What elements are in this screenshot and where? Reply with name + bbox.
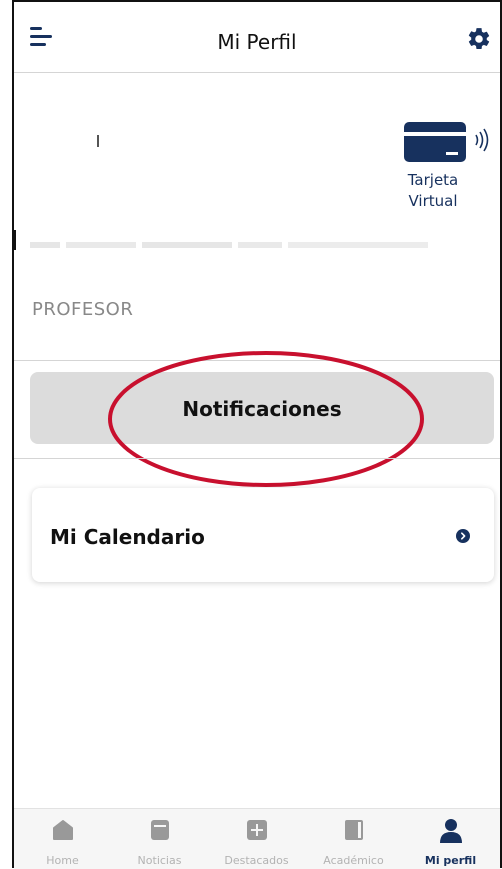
redacted-mark — [97, 135, 99, 147]
virtual-card-label: Tarjeta Virtual — [407, 171, 459, 210]
nav-home[interactable]: Home — [14, 809, 111, 869]
actions-divider — [14, 458, 500, 459]
gear-icon[interactable] — [466, 26, 492, 52]
nav-label-featured: Destacados — [224, 854, 289, 867]
header-divider — [14, 72, 500, 73]
side-marker — [12, 230, 16, 250]
nav-label-home: Home — [46, 854, 79, 867]
page-title: Mi Perfil — [217, 30, 297, 54]
user-icon — [440, 819, 462, 843]
book-icon — [345, 820, 363, 840]
nav-profile[interactable]: Mi perfil — [402, 809, 499, 869]
plus-icon — [247, 820, 267, 840]
profile-divider — [14, 360, 500, 361]
bottom-navigation: Home Noticias Destacados Académico Mi pe… — [14, 808, 500, 869]
user-role: PROFESOR — [32, 299, 134, 320]
virtual-card-button[interactable]: Tarjeta Virtual — [404, 122, 496, 222]
frame-left-border — [12, 0, 14, 868]
nav-label-news: Noticias — [137, 854, 182, 867]
notifications-label: Notificaciones — [182, 397, 342, 421]
home-icon — [53, 820, 73, 840]
nav-label-academic: Académico — [323, 854, 384, 867]
app-header: Mi Perfil — [14, 2, 500, 72]
nav-news[interactable]: Noticias — [111, 809, 208, 869]
nav-featured[interactable]: Destacados — [208, 809, 305, 869]
notifications-button[interactable]: Notificaciones — [30, 372, 494, 444]
calendar-card[interactable]: Mi Calendario — [32, 488, 494, 582]
contactless-icon — [475, 128, 489, 152]
news-icon — [151, 820, 169, 840]
calendar-label: Mi Calendario — [50, 525, 205, 549]
nav-label-profile: Mi perfil — [424, 854, 477, 867]
chevron-right-icon — [456, 529, 470, 543]
credit-card-icon — [404, 122, 466, 162]
redacted-name — [30, 242, 428, 248]
nav-academic[interactable]: Académico — [305, 809, 402, 869]
